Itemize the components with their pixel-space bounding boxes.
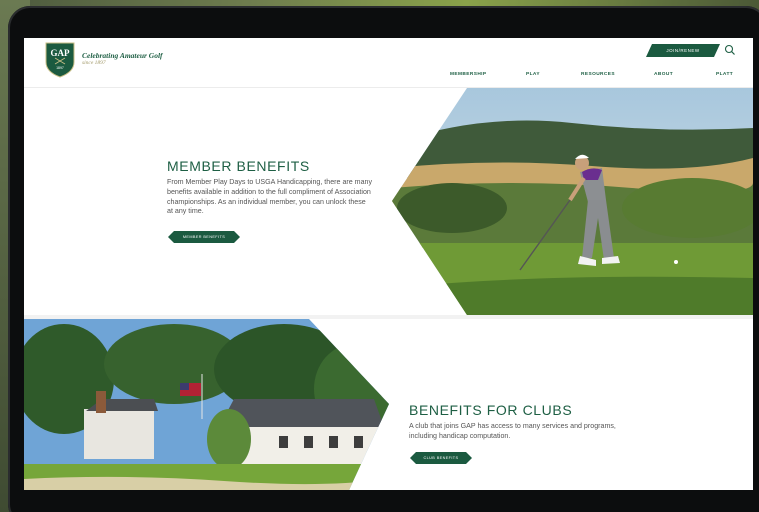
clubhouse-photo [24, 319, 389, 490]
club-benefits-button[interactable]: CLUB BENEFITS [410, 452, 472, 464]
golfer-photo [392, 88, 753, 315]
join-renew-button[interactable]: JOIN/RENEW [646, 44, 720, 57]
logo-year: 1897 [56, 66, 64, 70]
site-tagline: Celebrating Amateur Golf [82, 51, 163, 60]
site-header: GAP 1897 Celebrating Amateur Golf since … [24, 38, 753, 88]
nav-membership[interactable]: MEMBERSHIP [450, 72, 487, 77]
nav-about[interactable]: ABOUT [654, 72, 673, 77]
since-text: since 1897 [82, 60, 106, 66]
nav-play[interactable]: PLAY [526, 72, 540, 77]
nav-platt[interactable]: PLATT [716, 72, 733, 77]
nav-resources[interactable]: RESOURCES [581, 72, 615, 77]
member-benefits-body: From Member Play Days to USGA Handicappi… [167, 178, 373, 216]
website-screen: GAP 1897 Celebrating Amateur Golf since … [24, 38, 753, 490]
search-icon[interactable] [724, 44, 736, 56]
club-benefits-title: BENEFITS FOR CLUBS [409, 402, 573, 418]
member-benefits-title: MEMBER BENEFITS [167, 158, 310, 174]
gap-logo[interactable]: GAP 1897 [44, 42, 76, 78]
logo-text: GAP [51, 48, 71, 58]
member-benefits-button[interactable]: MEMBER BENEFITS [168, 231, 240, 243]
club-benefits-body: A club that joins GAP has access to many… [409, 422, 616, 440]
